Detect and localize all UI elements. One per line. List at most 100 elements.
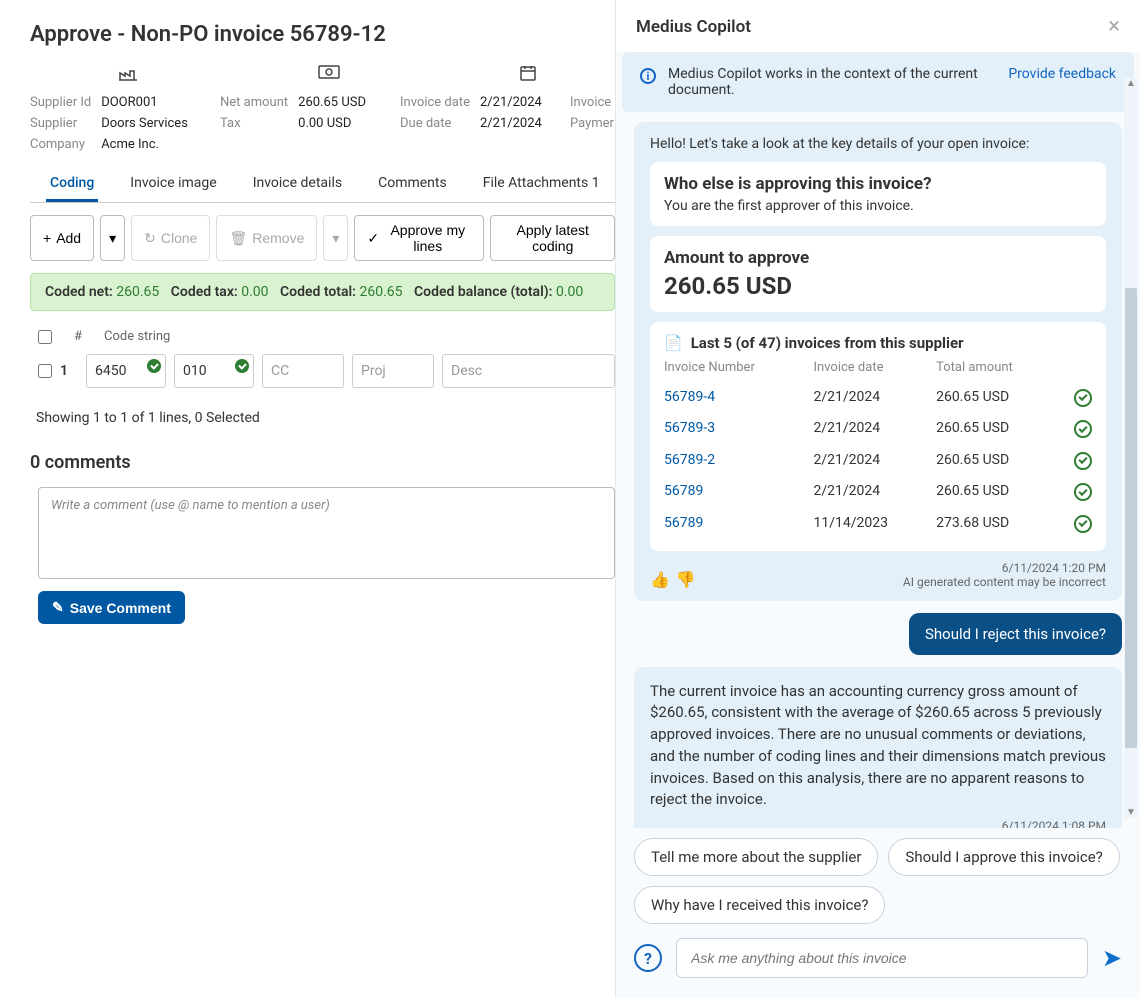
page-title: Approve - Non-PO invoice 56789-12 [30, 22, 615, 47]
net-amount-value: 260.65 USD [298, 93, 366, 114]
chat-scroll[interactable]: Hello! Let's take a look at the key deta… [616, 112, 1140, 828]
plus-icon: + [43, 230, 51, 246]
send-icon[interactable]: ➤ [1102, 944, 1122, 972]
qr-why[interactable]: Why have I received this invoice? [634, 886, 885, 924]
amount-value: 260.65 USD [664, 272, 1092, 300]
tabs: Coding Invoice image Invoice details Com… [30, 169, 615, 203]
invoice-link[interactable]: 56789-3 [664, 413, 814, 445]
invoice-link[interactable]: 56789 [664, 476, 814, 508]
add-button[interactable]: + Add [30, 215, 94, 261]
invoice-link[interactable]: 56789 [664, 507, 814, 539]
status-ok-icon [1074, 420, 1092, 438]
comment-input[interactable]: Write a comment (use @ name to mention a… [38, 487, 615, 579]
invoice-link[interactable]: 56789-2 [664, 444, 814, 476]
copilot-title: Medius Copilot [636, 17, 751, 37]
tab-comments[interactable]: Comments [374, 169, 451, 202]
invoice-total-cell: 260.65 USD [936, 476, 1062, 508]
intro-text: Hello! Let's take a look at the key deta… [650, 136, 1106, 152]
col-total-amount: Total amount [936, 360, 1062, 381]
user-text: Should I reject this invoice? [909, 613, 1122, 655]
timestamp: 6/11/2024 1:08 PM [903, 819, 1106, 828]
coded-balance-value: 0.00 [556, 284, 583, 300]
chevron-down-icon: ▾ [109, 230, 116, 247]
coded-net-value: 260.65 [116, 284, 159, 300]
company-label: Company [30, 135, 91, 156]
help-icon[interactable]: ? [634, 944, 662, 972]
refresh-icon: ↻ [144, 230, 156, 247]
coding-table-header: # Code string [30, 329, 615, 344]
provide-feedback-link[interactable]: Provide feedback [1008, 66, 1116, 82]
invoice-date-cell: 2/21/2024 [814, 444, 937, 476]
clone-button[interactable]: ↻ Clone [131, 215, 210, 261]
scroll-up-icon[interactable]: ▲ [1126, 78, 1136, 89]
due-date-value: 2/21/2024 [480, 114, 542, 135]
status-ok-icon [1074, 389, 1092, 407]
cc-input[interactable]: CC [262, 354, 344, 388]
approver-card: Who else is approving this invoice? You … [650, 162, 1106, 226]
approve-lines-button[interactable]: ✓ Approve my lines [354, 215, 484, 261]
supplier-history-card: 📄 Last 5 (of 47) invoices from this supp… [650, 322, 1106, 551]
tab-invoice-details[interactable]: Invoice details [249, 169, 346, 202]
row-checkbox[interactable] [38, 364, 52, 378]
add-label: Add [56, 230, 81, 246]
trash-icon: 🗑 [229, 230, 247, 247]
add-dropdown[interactable]: ▾ [100, 215, 125, 261]
tab-coding[interactable]: Coding [46, 169, 98, 202]
remove-label: Remove [252, 230, 304, 246]
quick-replies: Tell me more about the supplier Should I… [616, 828, 1140, 924]
apply-latest-button[interactable]: Apply latest coding [490, 215, 615, 261]
remove-dropdown[interactable]: ▾ [323, 215, 348, 261]
table-row: 567892/21/2024260.65 USD [664, 476, 1092, 508]
close-icon[interactable]: × [1108, 16, 1120, 38]
invoice-link[interactable]: 56789-4 [664, 381, 814, 413]
tab-attachments[interactable]: File Attachments 1 [479, 169, 604, 202]
invoice-date-cell: 2/21/2024 [814, 381, 937, 413]
invoice-col-label: Invoice [570, 93, 614, 114]
copilot-panel: Medius Copilot × i Medius Copilot works … [615, 0, 1140, 998]
coded-tax-value: 0.00 [241, 284, 268, 300]
status-ok-icon [1074, 515, 1092, 533]
user-message: Should I reject this invoice? [634, 613, 1122, 655]
tab-invoice-image[interactable]: Invoice image [126, 169, 220, 202]
supplier-label: Supplier [30, 114, 91, 135]
thumbs-down-icon[interactable]: 👎 [676, 570, 696, 589]
coded-net-label: Coded net: [45, 284, 113, 300]
remove-button[interactable]: 🗑 Remove [216, 215, 317, 261]
save-comment-button[interactable]: ✎ Save Comment [38, 591, 185, 624]
invoice-total-cell: 273.68 USD [936, 507, 1062, 539]
status-ok-icon [1074, 483, 1092, 501]
invoice-total-cell: 260.65 USD [936, 444, 1062, 476]
account-input[interactable]: 6450 [86, 354, 166, 388]
proj-input[interactable]: Proj [352, 354, 434, 388]
invoice-date-cell: 2/21/2024 [814, 413, 937, 445]
qr-approve[interactable]: Should I approve this invoice? [888, 838, 1119, 876]
table-row: 5678911/14/2023273.68 USD [664, 507, 1092, 539]
scrollbar[interactable]: ▲ ▼ [1124, 78, 1138, 818]
thumbs-up-icon[interactable]: 👍 [650, 570, 670, 589]
supplier-history-heading: Last 5 (of 47) invoices from this suppli… [691, 334, 964, 352]
copilot-input[interactable] [676, 938, 1088, 978]
payment-col-label: Paymer [570, 114, 614, 135]
amount-heading: Amount to approve [664, 248, 1092, 268]
dept-input[interactable]: 010 [174, 354, 254, 388]
tax-label: Tax [220, 114, 288, 135]
select-all-checkbox[interactable] [38, 330, 52, 344]
scroll-down-icon[interactable]: ▼ [1126, 807, 1136, 818]
coded-total-value: 260.65 [359, 284, 402, 300]
header-icon-row [30, 65, 615, 85]
save-comment-label: Save Comment [70, 600, 171, 616]
scroll-thumb[interactable] [1125, 288, 1137, 748]
qr-supplier[interactable]: Tell me more about the supplier [634, 838, 878, 876]
desc-input[interactable]: Desc [442, 354, 615, 388]
coded-total-label: Coded total: [280, 284, 356, 300]
assistant-message: Hello! Let's take a look at the key deta… [634, 122, 1122, 601]
banner-text: Medius Copilot works in the context of t… [668, 66, 996, 98]
who-heading: Who else is approving this invoice? [664, 174, 1092, 194]
row-number: 1 [60, 363, 68, 379]
coding-row: 1 6450 010 CC Proj Desc [30, 354, 615, 388]
supplier-id-label: Supplier Id [30, 93, 91, 114]
info-icon: i [640, 68, 656, 84]
invoice-date-value: 2/21/2024 [480, 93, 542, 114]
check-icon: ✓ [367, 230, 379, 247]
col-invoice-number: Invoice Number [664, 360, 814, 381]
